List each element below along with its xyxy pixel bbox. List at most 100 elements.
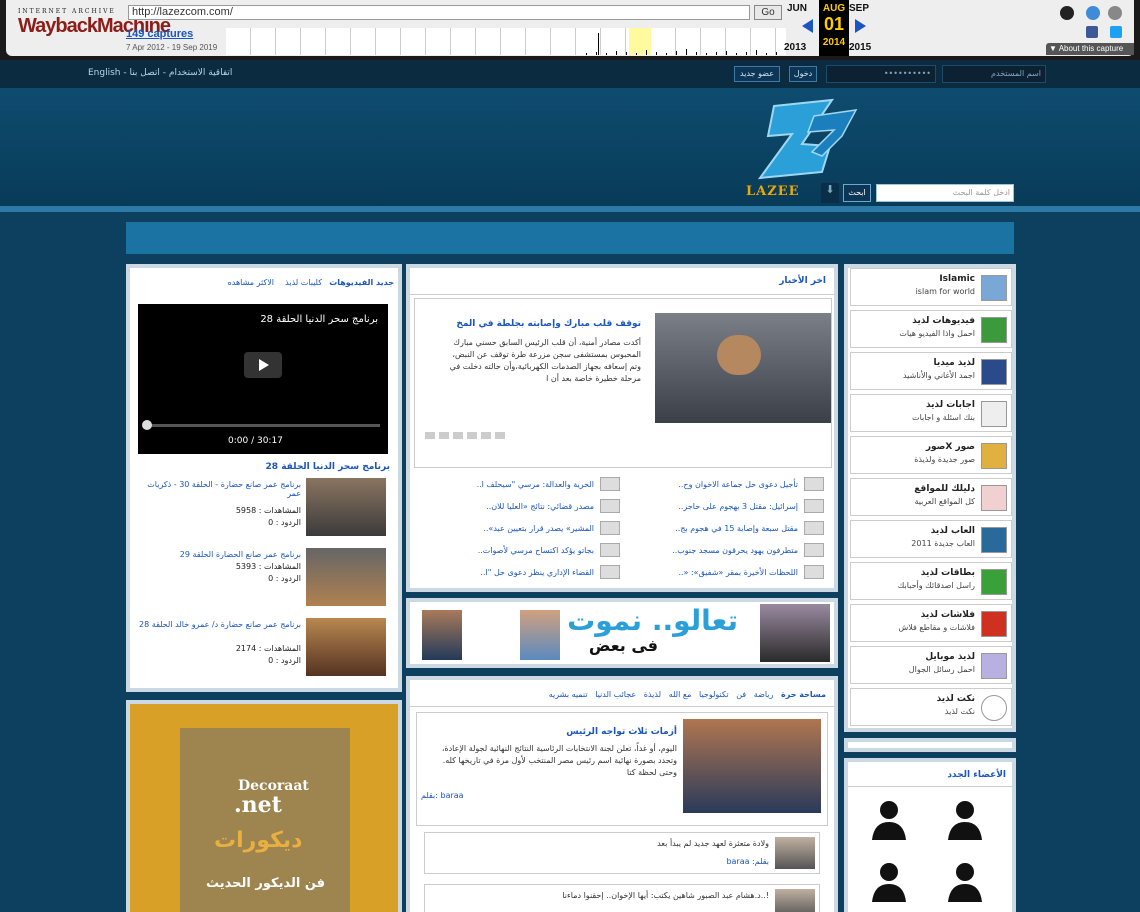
article-thumb[interactable] — [775, 889, 815, 912]
tab-most-viewed[interactable]: الاكثر مشاهده — [228, 278, 274, 287]
news-list-item[interactable]: المشير» يصدر قرار بتعيين عبد».. — [483, 521, 620, 535]
tab-art[interactable]: فن — [736, 690, 746, 699]
video-main-title[interactable]: برنامج سحر الدنيا الحلقة 28 — [266, 462, 390, 472]
video-thumbnail[interactable] — [306, 478, 386, 536]
news-list-item[interactable]: إسرائيل: مقتل 3 بهجوم على حاجز.. — [678, 499, 824, 513]
search-options-icon[interactable]: ⬇ — [821, 183, 839, 203]
search-button[interactable]: ابحث — [843, 184, 871, 202]
login-button[interactable]: دخول — [789, 66, 817, 82]
tab-free-space[interactable]: مساحة حرة — [781, 690, 826, 699]
tab-human-development[interactable]: تنميه بشريه — [549, 690, 588, 699]
news-thumb-icon — [600, 477, 620, 491]
sidebar-item-jokes[interactable]: نكت لذيذ نكت لذيذ — [850, 688, 1012, 726]
news-list-item[interactable]: بجاتو يؤكد اكتساح مرسي لأصوات.. — [478, 543, 620, 557]
tab-technology[interactable]: تكنولوجيا — [699, 690, 729, 699]
sidebar-item-games[interactable]: العاب لذيذ العاب جديدة 2011 — [850, 520, 1012, 558]
tab-latest-news[interactable]: اخر الأخبار — [779, 276, 826, 286]
member-avatar-icon[interactable] — [944, 796, 986, 840]
slider-dot[interactable] — [481, 432, 491, 439]
header-divider — [0, 206, 1140, 212]
sidebar-item-photos[interactable]: صور Xصور صور جديدة ولذيذة — [850, 436, 1012, 474]
member-avatar-icon[interactable] — [944, 858, 986, 902]
sidebar-item-title: لذيذ موبايل — [925, 652, 975, 662]
top-links[interactable]: English - اتفاقية الاستخدام - اتصل بنا — [88, 68, 232, 78]
register-button[interactable]: عضو جديد — [734, 66, 780, 82]
username-field[interactable]: اسم المستخدم — [942, 65, 1046, 83]
slider-dot[interactable] — [453, 432, 463, 439]
captures-link[interactable]: 149 captures — [126, 28, 193, 40]
facebook-icon[interactable] — [1086, 26, 1098, 38]
tab-tasty[interactable]: لذيذة — [644, 690, 661, 699]
year-next[interactable]: 2015 — [849, 42, 871, 53]
wayback-url-input[interactable]: http://lazezcom.com/ — [128, 5, 750, 20]
wayback-logo[interactable]: INTERNET ARCHIVE WaybackMachine — [18, 8, 171, 37]
twitter-icon[interactable] — [1110, 26, 1122, 38]
article-item-title[interactable]: !..د.هشام عبد الصبور شاهين يكتب: أيها ال… — [562, 891, 769, 900]
news-list-item[interactable]: تأجيل دعوى حل جماعة الاخوان وح.. — [678, 477, 824, 491]
featured-article: أزمات ثلاث تواجه الرئيس اليوم، أو غداً، … — [416, 712, 828, 826]
sidebar-item-islamic[interactable]: Islamic islam for world — [850, 268, 1012, 306]
month-next[interactable]: SEP — [849, 3, 869, 14]
capture-bar — [676, 51, 677, 55]
news-list-item[interactable]: متطرفون يهود يحرقون مسجد جنوب.. — [672, 543, 824, 557]
about-capture-button[interactable]: ▼ About this capture — [1046, 43, 1134, 55]
tab-clips[interactable]: كليبات لذيذ — [285, 278, 322, 287]
article-author[interactable]: بقلم: baraa — [421, 791, 464, 800]
news-list-item[interactable]: القضاء الإداري ينظر دعوى حل "ا.. — [480, 565, 620, 579]
seek-handle[interactable] — [142, 420, 152, 430]
video-item-title[interactable]: برنامج عمر صانع حضارة - الحلقة 30 - ذكري… — [136, 480, 301, 498]
site-logo[interactable] — [752, 96, 862, 186]
sidebar-item-directory[interactable]: دليلك للمواقع كل المواقع العربية — [850, 478, 1012, 516]
slider-dot[interactable] — [425, 432, 435, 439]
search-input[interactable]: ادخل كلمة البحث — [876, 184, 1014, 202]
sidebar-item-videos[interactable]: فيديوهات لذيذ احمل واذا الفيديو هيات — [850, 310, 1012, 348]
news-list-item[interactable]: مقتل سبعة وإصابة 15 في هجوم بج.. — [675, 521, 824, 535]
member-avatar-icon[interactable] — [868, 796, 910, 840]
slider-dot[interactable] — [439, 432, 449, 439]
video-thumbnail[interactable] — [306, 548, 386, 606]
sidebar-item-cards[interactable]: بطاقات لذيذ راسل اصدقائك وأحبابك — [850, 562, 1012, 600]
article-image[interactable] — [683, 719, 821, 813]
capture-sparkline[interactable] — [226, 28, 786, 55]
year-prev[interactable]: 2013 — [784, 42, 806, 53]
article-thumb[interactable] — [775, 837, 815, 869]
capture-bar — [586, 53, 587, 55]
help-icon[interactable] — [1086, 6, 1100, 20]
video-item-title[interactable]: برنامج عمر صانع حضارة د/ عمرو خالد الحلق… — [136, 620, 301, 629]
news-headline[interactable]: توقف قلب مبارك وإصابته بجلطة في المخ — [456, 319, 641, 329]
tab-wonders[interactable]: عجائب الدنيا — [595, 690, 636, 699]
seek-bar[interactable] — [146, 424, 380, 427]
article-headline[interactable]: أزمات ثلاث تواجه الرئيس — [566, 727, 677, 737]
banner-figure — [520, 610, 560, 660]
sidebar-item-mobile[interactable]: لذيذ موبايل احمل رسائل الجوال — [850, 646, 1012, 684]
article-item-title[interactable]: ولادة متعثرة لعهد جديد لم يبدأ بعد — [657, 839, 769, 848]
center-banner[interactable]: تعالو.. نموت فى بعض — [406, 598, 838, 668]
close-icon[interactable] — [1108, 6, 1122, 20]
article-item-author[interactable]: بقلم: baraa — [726, 857, 769, 866]
password-field[interactable]: •••••••••• — [826, 65, 936, 83]
wayback-go-button[interactable]: Go — [754, 5, 782, 20]
tab-new-videos[interactable]: جديد الفيديوهات — [329, 278, 394, 287]
sidebar-item-answers[interactable]: اجابات لذيذ بنك اسئلة و اجابات — [850, 394, 1012, 432]
sidebar-item-sub: بنك اسئلة و اجابات — [912, 413, 975, 422]
video-item-title[interactable]: برنامج عمر صانع الحضارة الحلقة 29 — [136, 550, 301, 559]
next-capture-arrow-icon[interactable] — [855, 19, 866, 33]
news-list-item[interactable]: اللحظات الأخيرة بمقر «شفيق»: «.. — [678, 565, 824, 579]
news-image[interactable] — [655, 313, 831, 423]
video-thumbnail[interactable] — [306, 618, 386, 676]
tab-sports[interactable]: رياضة — [754, 690, 774, 699]
sidebar-item-flash[interactable]: فلاشات لذيذ فلاشات و مقاطع فلاش — [850, 604, 1012, 642]
slider-dot[interactable] — [467, 432, 477, 439]
month-prev[interactable]: JUN — [787, 3, 807, 14]
sidebar-item-media[interactable]: لذيذ ميديا اجمد الأغاني والأناشيد — [850, 352, 1012, 390]
prev-capture-arrow-icon[interactable] — [802, 19, 813, 33]
news-list-item[interactable]: مصدر قضائي: نتائج «العليا للان.. — [486, 499, 620, 513]
news-list-item[interactable]: الحرية والعدالة: مرسي "سيحلف ا.. — [477, 477, 620, 491]
decoraat-ad[interactable]: Decoraat .net ديكورات فن الديكور الحديث — [126, 700, 402, 912]
video-player[interactable]: برنامج سحر الدنيا الحلقة 28 0:00 / 30:17 — [138, 304, 388, 454]
tab-with-god[interactable]: مع الله — [669, 690, 692, 699]
slider-dot[interactable] — [495, 432, 505, 439]
play-button[interactable] — [244, 352, 282, 378]
user-icon[interactable] — [1060, 6, 1074, 20]
member-avatar-icon[interactable] — [868, 858, 910, 902]
